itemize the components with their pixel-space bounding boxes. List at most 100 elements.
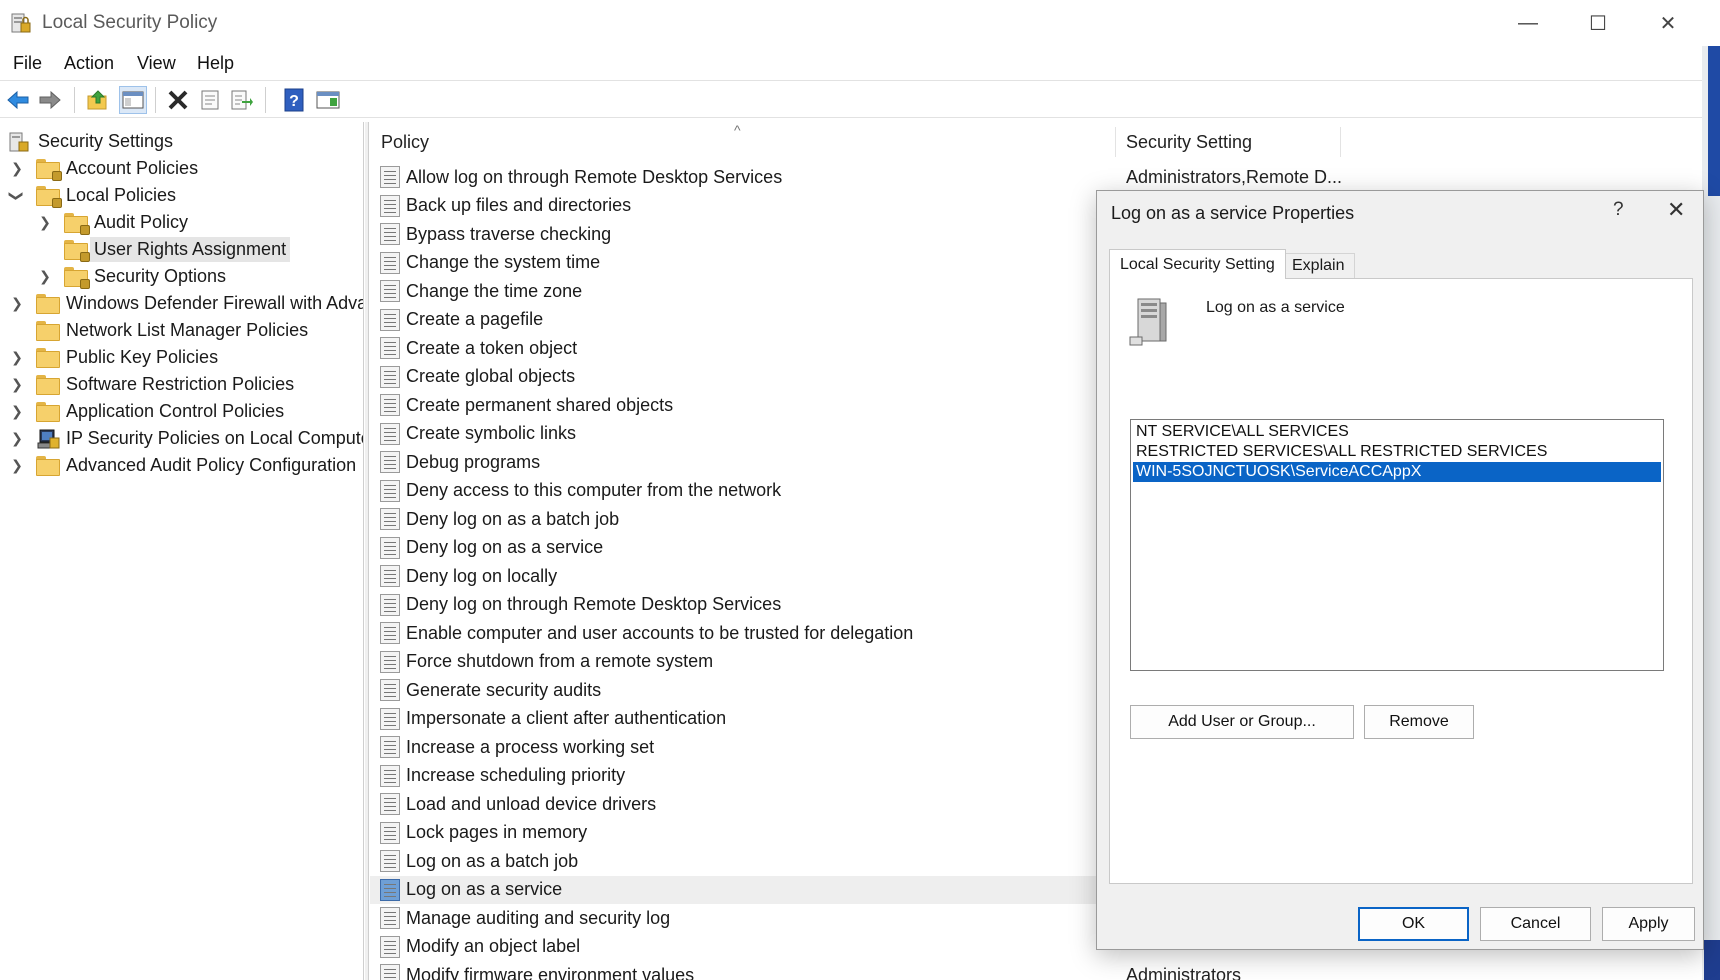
policy-icon [380, 166, 400, 188]
locked-folder-icon [64, 266, 90, 289]
show-hide-console-tree-button[interactable] [119, 86, 147, 114]
tree-label: Windows Defender Firewall with Advan [66, 293, 364, 313]
maximize-button[interactable]: ☐ [1563, 0, 1633, 46]
table-row[interactable]: Allow log on through Remote Desktop Serv… [370, 163, 1670, 191]
add-user-or-group-button[interactable]: Add User or Group... [1130, 705, 1354, 739]
tree-item-user-rights-assignment[interactable]: User Rights Assignment [64, 236, 291, 263]
delete-button[interactable] [164, 86, 192, 114]
tree-item-software-restriction-policies[interactable]: ❯ Software Restriction Policies [8, 371, 294, 398]
policy-icon [380, 337, 400, 359]
chevron-right-icon[interactable]: ❯ [36, 268, 54, 286]
back-button[interactable] [4, 86, 32, 114]
up-one-level-button[interactable] [84, 86, 112, 114]
forward-button[interactable] [36, 86, 64, 114]
locked-folder-icon [36, 185, 62, 208]
tree-label: Security Options [94, 266, 227, 286]
policy-icon [380, 394, 400, 416]
policy-name-cell: Lock pages in memory [406, 822, 588, 842]
account-list[interactable]: NT SERVICE\ALL SERVICES RESTRICTED SERVI… [1130, 419, 1664, 671]
server-icon [1129, 298, 1167, 346]
close-icon: ✕ [1659, 12, 1677, 35]
ok-button[interactable]: OK [1358, 907, 1469, 941]
policy-icon [380, 223, 400, 245]
policy-name-cell: Deny log on through Remote Desktop Servi… [406, 594, 782, 614]
locked-folder-icon [64, 212, 90, 235]
policy-name-cell: Deny log on as a service [406, 537, 604, 557]
policy-icon [380, 422, 400, 445]
menu-view[interactable]: View [137, 53, 176, 74]
tree-item-advanced-audit-policy[interactable]: ❯ Advanced Audit Policy Configuration [8, 452, 356, 479]
list-item[interactable]: NT SERVICE\ALL SERVICES [1133, 422, 1661, 442]
folder-icon [36, 347, 60, 368]
tree-item-application-control-policies[interactable]: ❯ Application Control Policies [8, 398, 284, 425]
chevron-right-icon[interactable]: ❯ [8, 403, 26, 421]
apply-button[interactable]: Apply [1602, 907, 1695, 941]
column-header-security-setting[interactable]: Security Setting [1126, 132, 1252, 153]
help-icon[interactable]: ? [1613, 199, 1624, 221]
tree-item-audit-policy[interactable]: ❯ Audit Policy [36, 209, 188, 236]
tree-item-ip-security-policies[interactable]: ❯ IP Security Policies on Local Computer [8, 425, 363, 452]
menu-help[interactable]: Help [197, 53, 234, 74]
policy-name-cell: Increase scheduling priority [406, 765, 626, 785]
properties-dialog: Log on as a service Properties ? ✕ Local… [1096, 190, 1704, 950]
chevron-right-icon[interactable]: ❯ [8, 430, 26, 448]
properties-icon [201, 90, 219, 110]
policy-icon [380, 679, 400, 701]
tree-item-public-key-policies[interactable]: ❯ Public Key Policies [8, 344, 218, 371]
policy-name-cell: Change the time zone [406, 280, 583, 301]
pane-splitter[interactable] [365, 122, 369, 980]
chevron-right-icon[interactable]: ❯ [8, 349, 26, 367]
policy-name-cell: Manage auditing and security log [406, 907, 671, 928]
locked-folder-icon [64, 239, 90, 262]
column-header-policy[interactable]: Policy [381, 132, 429, 153]
cancel-button[interactable]: Cancel [1480, 907, 1591, 941]
policy-name-cell: Bypass traverse checking [406, 223, 612, 244]
dialog-title: Log on as a service Properties [1111, 203, 1355, 223]
chevron-down-icon[interactable]: ❯ [8, 187, 26, 205]
policy-name-cell: Modify an object label [406, 936, 581, 956]
tab-explain[interactable]: Explain [1281, 253, 1356, 279]
table-row[interactable]: Modify firmware environment values Admini… [370, 961, 1670, 980]
policy-name-cell: Load and unload device drivers [406, 793, 657, 814]
close-window-button[interactable]: ✕ [1633, 0, 1703, 46]
policy-name-cell: Log on as a batch job [406, 850, 579, 871]
policy-name-cell: Allow log on through Remote Desktop Serv… [406, 166, 783, 187]
export-list-button[interactable] [228, 86, 256, 114]
chevron-right-icon[interactable]: ❯ [8, 160, 26, 178]
policy-icon [380, 907, 400, 929]
show-action-pane-icon [316, 91, 340, 109]
tree-item-security-options[interactable]: ❯ Security Options [36, 263, 226, 290]
policy-icon [380, 194, 400, 217]
policy-icon [380, 736, 400, 758]
console-tree: Security Settings ❯ Account Policies ❯ L… [0, 122, 364, 980]
chevron-right-icon[interactable]: ❯ [8, 457, 26, 475]
tree-root-security-settings[interactable]: Security Settings [8, 128, 173, 155]
menu-action[interactable]: Action [64, 53, 114, 74]
export-list-icon [231, 90, 253, 110]
chevron-right-icon[interactable]: ❯ [8, 295, 26, 313]
folder-icon [36, 293, 60, 314]
policy-icon [380, 707, 400, 730]
policy-name-cell: Back up files and directories [406, 195, 632, 215]
show-action-pane-button[interactable] [314, 86, 342, 114]
help-button[interactable]: ? [280, 86, 308, 114]
list-item-selected[interactable]: WIN-5SOJNCTUOSK\ServiceACCAppX [1133, 462, 1661, 482]
policy-name-cell: Create a pagefile [406, 309, 544, 329]
folder-icon [36, 320, 60, 341]
chevron-right-icon[interactable]: ❯ [8, 376, 26, 394]
list-item[interactable]: RESTRICTED SERVICES\ALL RESTRICTED SERVI… [1133, 442, 1661, 462]
close-icon[interactable]: ✕ [1667, 197, 1685, 223]
properties-button[interactable] [196, 86, 224, 114]
tree-item-network-list-manager[interactable]: Network List Manager Policies [36, 317, 308, 344]
tree-item-local-policies[interactable]: ❯ Local Policies [8, 182, 176, 209]
tab-local-security-setting[interactable]: Local Security Setting [1109, 249, 1286, 279]
policy-icon [380, 793, 400, 815]
policy-icon [380, 251, 400, 274]
chevron-right-icon[interactable]: ❯ [36, 214, 54, 232]
tree-item-account-policies[interactable]: ❯ Account Policies [8, 155, 198, 182]
policy-name-cell: Enable computer and user accounts to be … [406, 622, 914, 643]
menu-file[interactable]: File [13, 53, 42, 74]
tree-item-windows-defender-firewall[interactable]: ❯ Windows Defender Firewall with Advan [8, 290, 364, 317]
minimize-button[interactable]: — [1493, 0, 1563, 46]
remove-button[interactable]: Remove [1364, 705, 1474, 739]
